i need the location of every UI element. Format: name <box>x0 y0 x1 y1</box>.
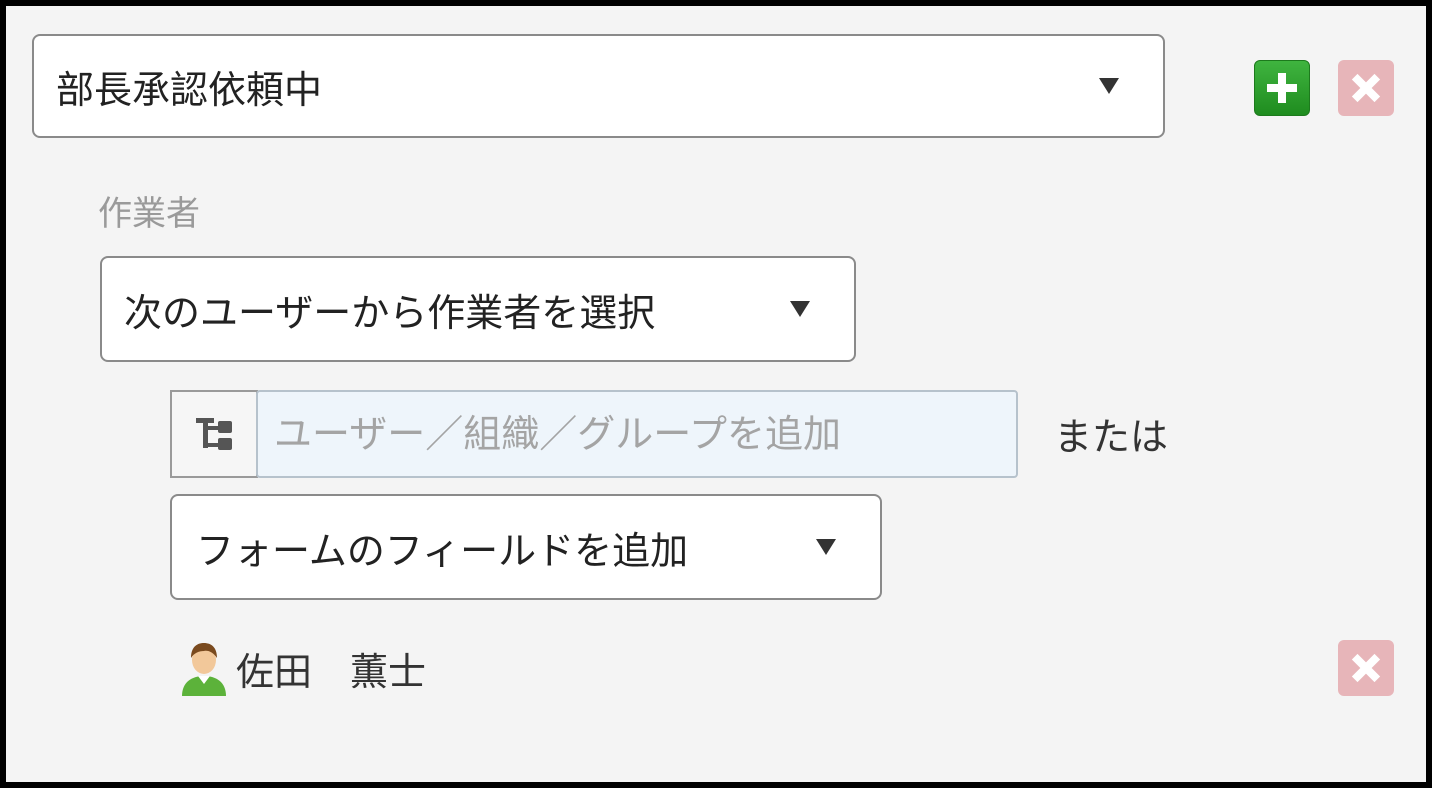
chevron-down-icon <box>816 539 836 555</box>
form-field-select-value: フォームのフィールドを追加 <box>196 528 689 573</box>
remove-user-button[interactable] <box>1338 640 1394 696</box>
close-icon <box>1352 74 1380 102</box>
chevron-down-icon <box>1099 78 1119 94</box>
delete-status-button[interactable] <box>1338 60 1394 116</box>
form-field-select[interactable]: フォームのフィールドを追加 <box>170 494 882 600</box>
status-select-value: 部長承認依頼中 <box>56 67 323 112</box>
selected-user-item: 佐田 薫士 <box>178 636 426 700</box>
org-picker-button[interactable] <box>170 390 258 478</box>
user-search-input[interactable] <box>256 390 1018 478</box>
add-status-button[interactable] <box>1254 60 1310 116</box>
status-select[interactable]: 部長承認依頼中 <box>32 34 1165 138</box>
worker-mode-select-value: 次のユーザーから作業者を選択 <box>124 290 656 335</box>
or-label: または <box>1054 415 1169 459</box>
user-name: 佐田 薫士 <box>236 649 427 694</box>
chevron-down-icon <box>790 301 810 317</box>
worker-section-label: 作業者 <box>98 194 200 234</box>
user-avatar-icon <box>182 643 226 696</box>
close-icon <box>1352 654 1380 682</box>
org-tree-icon <box>196 418 232 450</box>
plus-icon <box>1267 73 1297 103</box>
process-step-panel: 部長承認依頼中 作業者 次のユーザーから作業者を選択 または フォームのフィール… <box>6 6 1426 782</box>
worker-mode-select[interactable]: 次のユーザーから作業者を選択 <box>100 256 856 362</box>
